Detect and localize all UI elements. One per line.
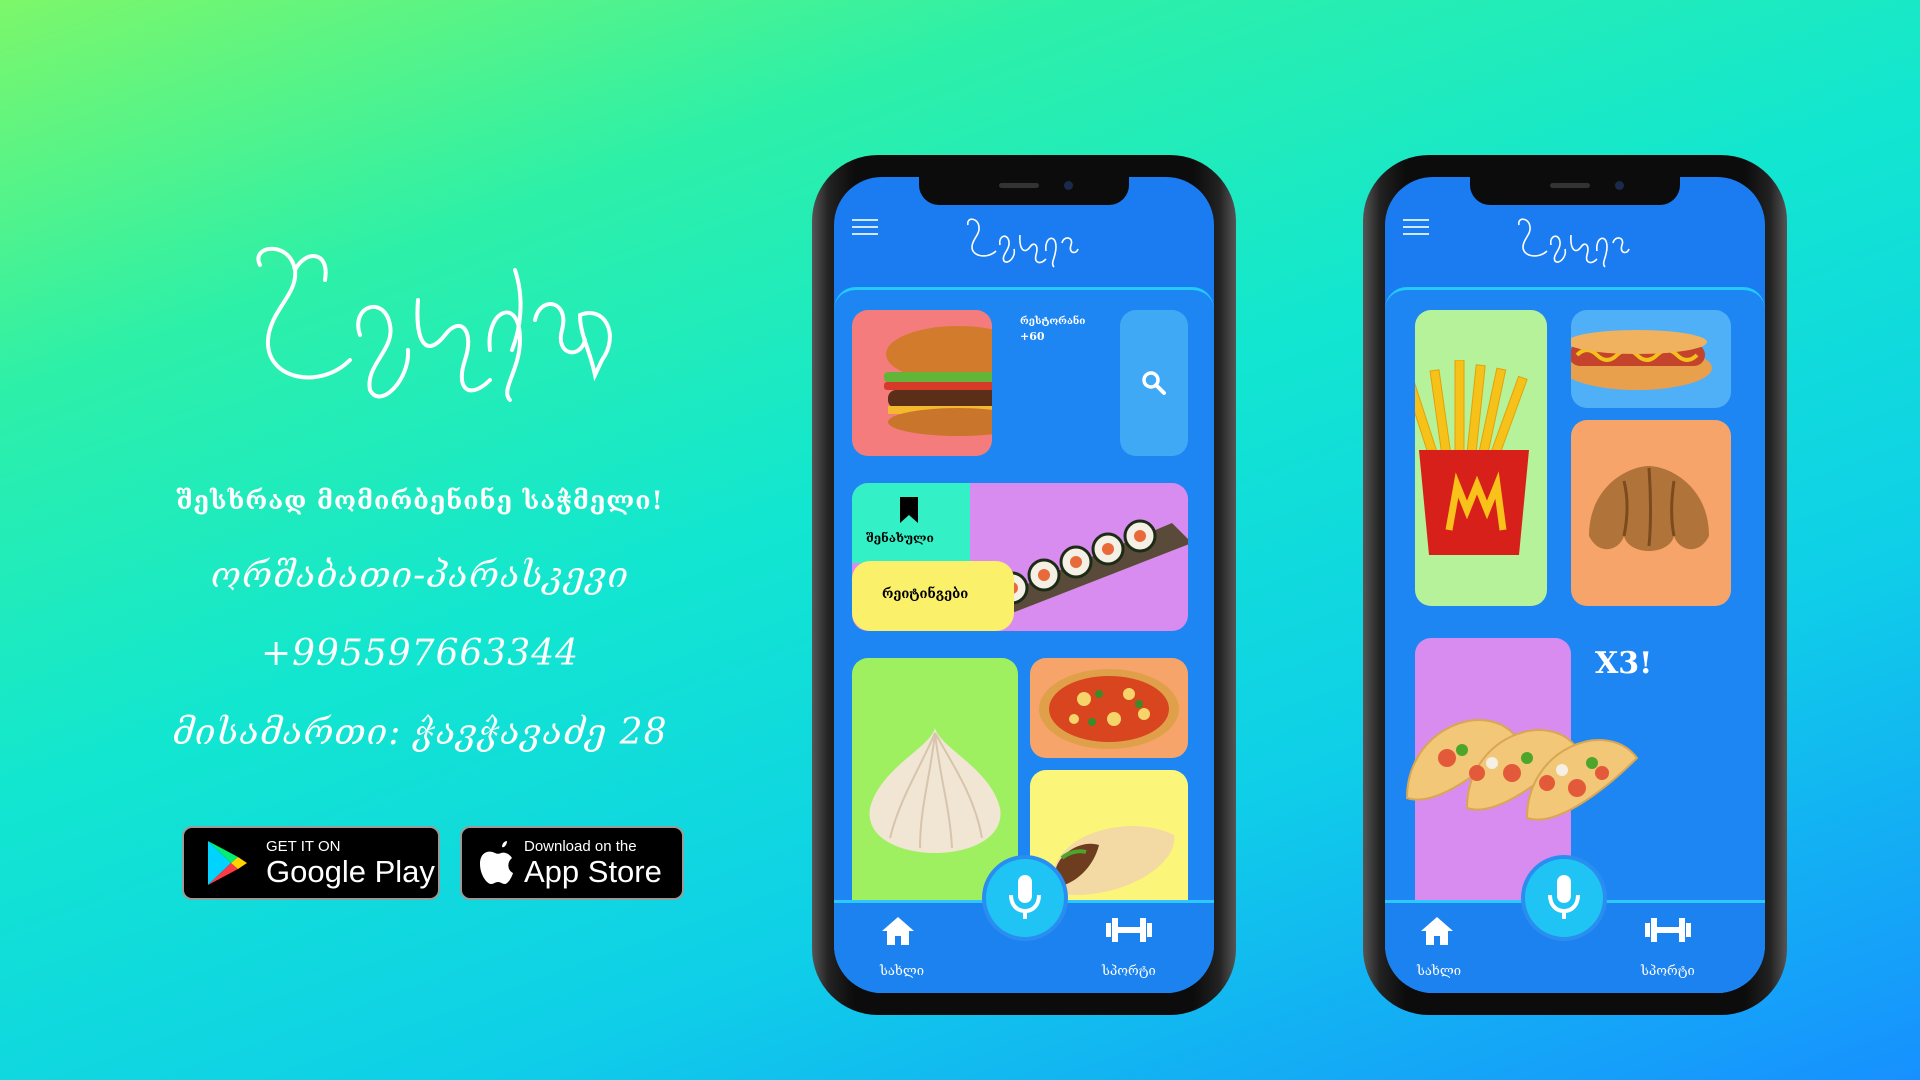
restaurant-card[interactable]: [852, 310, 992, 456]
restaurants-label: რესტორანი: [1020, 316, 1086, 327]
saved-label: შენახული: [866, 531, 934, 545]
google-play-small: GET IT ON: [266, 838, 341, 855]
microphone-icon: [1009, 875, 1041, 919]
google-play-button[interactable]: GET IT ON Google Play: [182, 826, 440, 900]
address: მისამართი: ჭავჭავაძე 28: [172, 712, 668, 753]
ratings-label: რეიტინგები: [882, 587, 969, 602]
nav-gym-label[interactable]: სპორტი: [1102, 964, 1156, 979]
voice-button[interactable]: [982, 855, 1068, 941]
croissant-image: [1589, 466, 1709, 551]
hotdog-image: [1571, 330, 1712, 390]
phone-screen: რესტორანი +60 შენახული რეიტინგები სახლი …: [834, 177, 1214, 993]
fries-card[interactable]: [1415, 310, 1547, 606]
nav-home-label[interactable]: სახლი: [880, 964, 924, 979]
brand-section: შესხრად მომირბენინე საჭმელი! ორშაბათი-პა…: [0, 0, 880, 1080]
tagline: შესხრად მომირბენინე საჭმელი!: [176, 486, 664, 515]
google-play-icon: [208, 841, 247, 885]
dumbbell-icon[interactable]: [1104, 915, 1154, 945]
khinkali-image: [869, 728, 1001, 853]
bookmark-icon: [900, 497, 918, 523]
hotdog-card[interactable]: [1571, 310, 1731, 408]
phone-mockup-home: რესტორანი +60 შენახული რეიტინგები სახლი …: [812, 155, 1236, 1015]
dumbbell-icon[interactable]: [1643, 915, 1693, 945]
nav-gym-label[interactable]: სპორტი: [1641, 964, 1695, 979]
sushi-card[interactable]: შენახული რეიტინგები: [852, 483, 1188, 631]
tacos-image: [1405, 719, 1639, 821]
burger-image: [884, 326, 992, 436]
home-icon[interactable]: [1421, 917, 1453, 945]
header-logo: [1518, 218, 1630, 268]
search-icon: [1142, 371, 1166, 395]
restaurants-count: +60: [1020, 330, 1045, 343]
hamburger-menu-icon[interactable]: [1403, 219, 1429, 240]
header-logo: [967, 218, 1079, 268]
phone-number[interactable]: +995597663344: [0, 633, 860, 674]
ratings-tab[interactable]: რეიტინგები: [852, 561, 1014, 631]
saved-tab[interactable]: შენახული: [852, 483, 970, 563]
promo-label: X3!: [1595, 646, 1653, 681]
voice-button[interactable]: [1521, 855, 1607, 941]
fries-image: [1415, 360, 1529, 555]
phone-notch: [919, 177, 1129, 205]
pizza-image: [1039, 669, 1179, 749]
hamburger-menu-icon[interactable]: [852, 219, 878, 240]
phone-mockup-menu: X3! სახლი სპორტი: [1363, 155, 1787, 1015]
nav-home-label[interactable]: სახლი: [1417, 964, 1461, 979]
app-store-small: Download on the: [524, 838, 637, 855]
google-play-label: Google Play: [266, 854, 435, 889]
app-store-label: App Store: [524, 854, 662, 889]
pizza-card[interactable]: [1030, 658, 1188, 758]
app-store-button[interactable]: Download on the App Store: [460, 826, 684, 900]
microphone-icon: [1548, 875, 1580, 919]
croissant-card[interactable]: [1571, 420, 1731, 606]
phone-screen: X3! სახლი სპორტი: [1385, 177, 1765, 993]
home-icon[interactable]: [882, 917, 914, 945]
brand-logo: [256, 246, 612, 402]
phone-notch: [1470, 177, 1680, 205]
apple-icon: [480, 841, 513, 884]
search-button[interactable]: [1120, 310, 1188, 456]
working-days: ორშაბათი-პარასკევი: [210, 555, 630, 596]
